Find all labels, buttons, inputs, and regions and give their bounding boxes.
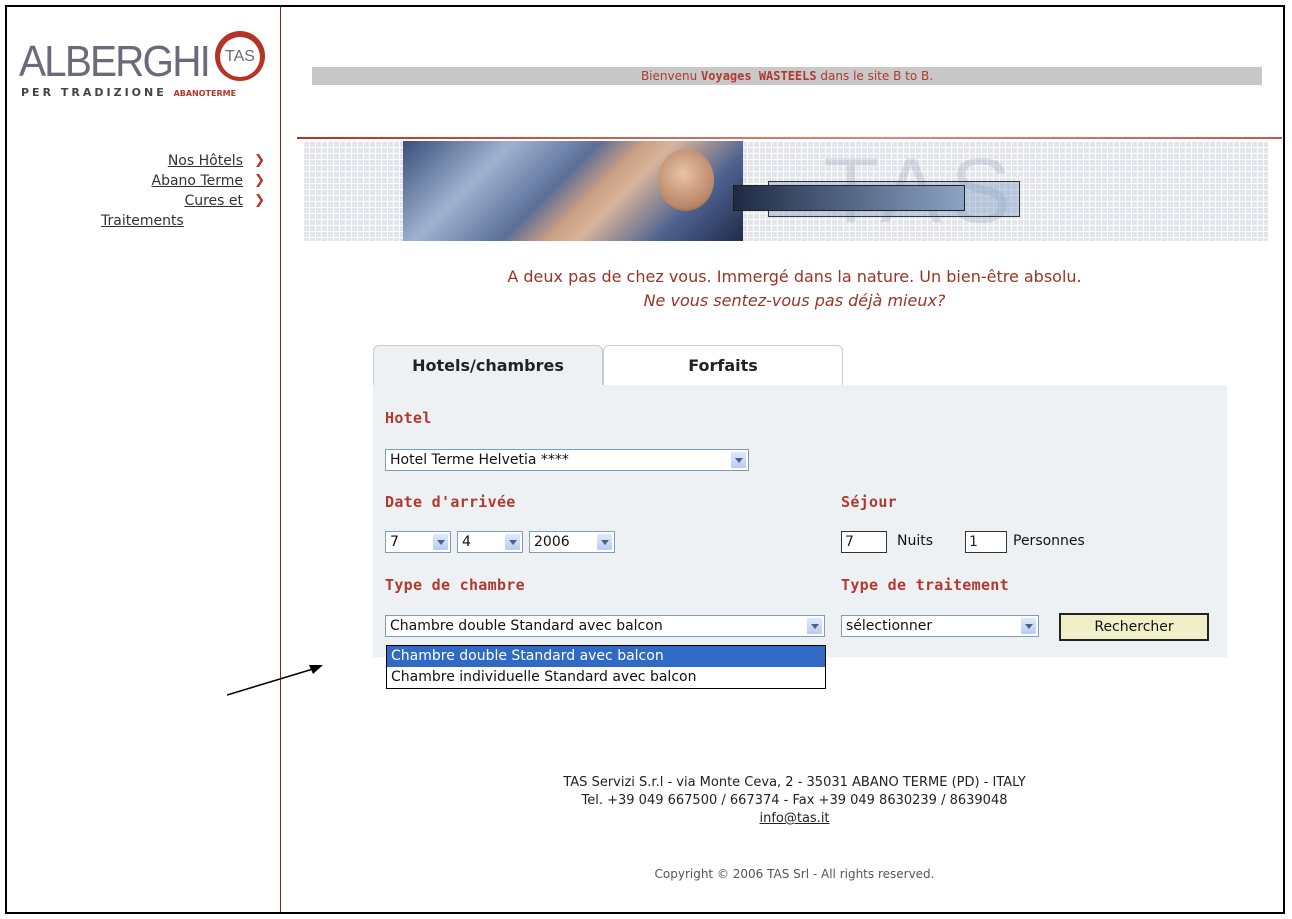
welcome-bar: Bienvenu Voyages WASTEELS dans le site B…: [312, 67, 1262, 85]
dropdown-option[interactable]: Chambre double Standard avec balcon: [387, 646, 825, 667]
header-banner: TAS: [303, 140, 1268, 242]
sidebar-item-cures-line2[interactable]: Traitements: [87, 211, 267, 231]
search-tabs: Hotels/chambres Forfaits: [373, 345, 1227, 386]
tagline-line1: A deux pas de chez vous. Immergé dans la…: [507, 267, 1082, 286]
persons-input[interactable]: 1: [965, 531, 1007, 553]
tagline-line2: Ne vous sentez-vous pas déjà mieux?: [643, 291, 946, 310]
arrival-year-select[interactable]: 2006: [529, 531, 615, 553]
chevron-right-icon: ❯: [254, 173, 265, 188]
tagline: A deux pas de chez vous. Immergé dans la…: [307, 265, 1282, 313]
welcome-prefix: Bienvenu: [640, 69, 702, 83]
dropdown-option[interactable]: Chambre individuelle Standard avec balco…: [387, 667, 825, 688]
arrival-day-select[interactable]: 7: [385, 531, 451, 553]
banner-rule: [297, 137, 1282, 139]
sidebar-divider: [280, 7, 281, 912]
sidebar-nav: Nos Hôtels ❯ Abano Terme ❯ Cures et ❯ Tr…: [87, 151, 267, 231]
chevron-down-icon[interactable]: [504, 533, 521, 551]
tab-hotels-chambres[interactable]: Hotels/chambres: [373, 345, 603, 385]
page-frame: ALBERGHI TAS PER TRADIZIONE ABANOTERME B…: [5, 5, 1285, 914]
banner-person-image: [658, 149, 714, 211]
chevron-down-icon[interactable]: [596, 533, 613, 551]
footer-contact: TAS Servizi S.r.l - via Monte Ceva, 2 - …: [307, 774, 1282, 828]
welcome-user-name: Voyages WASTEELS: [701, 69, 817, 83]
sidebar-item-abano-terme[interactable]: Abano Terme ❯: [87, 171, 267, 191]
hotel-select-value: Hotel Terme Helvetia ****: [390, 452, 569, 468]
footer-copyright: Copyright © 2006 TAS Srl - All rights re…: [654, 867, 935, 881]
footer-address: TAS Servizi S.r.l - via Monte Ceva, 2 - …: [563, 775, 1026, 790]
logo-subtitle: PER TRADIZIONE ABANOTERME: [21, 86, 236, 99]
treatment-type-value: sélectionner: [846, 618, 933, 634]
sidebar-item-cures-link[interactable]: Cures et: [184, 193, 243, 209]
nights-input[interactable]: 7: [841, 531, 887, 553]
site-logo[interactable]: ALBERGHI TAS PER TRADIZIONE ABANOTERME: [19, 17, 289, 107]
footer-email-link[interactable]: info@tas.it: [759, 811, 829, 826]
room-type-label: Type de chambre: [385, 576, 525, 594]
chevron-down-icon[interactable]: [432, 533, 449, 551]
logo-badge-text: TAS: [220, 37, 260, 77]
logo-wordmark: ALBERGHI: [19, 37, 211, 86]
logo-subtitle-city: ABANOTERME: [173, 89, 237, 98]
sidebar-item-cures[interactable]: Cures et ❯: [87, 191, 267, 211]
persons-label: Personnes: [1013, 533, 1085, 549]
sidebar-item-abano-terme-link[interactable]: Abano Terme: [152, 173, 243, 189]
search-button[interactable]: Rechercher: [1059, 613, 1209, 641]
chevron-down-icon[interactable]: [806, 617, 823, 635]
treatment-type-select[interactable]: sélectionner: [841, 615, 1039, 637]
chevron-right-icon: ❯: [254, 153, 265, 168]
stay-label: Séjour: [841, 493, 897, 511]
tab-forfaits[interactable]: Forfaits: [603, 345, 843, 385]
hotel-select[interactable]: Hotel Terme Helvetia ****: [385, 449, 749, 471]
arrival-date-label: Date d'arrivée: [385, 493, 516, 511]
footer-phone: Tel. +39 049 667500 / 667374 - Fax +39 0…: [581, 793, 1008, 808]
room-type-dropdown-list: Chambre double Standard avec balcon Cham…: [386, 645, 826, 689]
logo-subtitle-text: PER TRADIZIONE: [21, 86, 167, 99]
chevron-down-icon[interactable]: [1020, 617, 1037, 635]
banner-photo: [403, 141, 743, 241]
welcome-suffix: dans le site B to B.: [816, 69, 934, 83]
logo-badge: TAS: [215, 31, 265, 81]
sidebar-item-traitements-link[interactable]: Traitements: [101, 213, 184, 229]
annotation-arrow-icon: [227, 665, 323, 696]
treatment-type-label: Type de traitement: [841, 576, 1009, 594]
arrival-month-select[interactable]: 4: [457, 531, 523, 553]
sidebar-item-hotels[interactable]: Nos Hôtels ❯: [87, 151, 267, 171]
room-type-select-value: Chambre double Standard avec balcon: [390, 618, 663, 634]
chevron-right-icon: ❯: [254, 193, 265, 208]
sidebar-item-hotels-link[interactable]: Nos Hôtels: [168, 153, 243, 169]
hotel-label: Hotel: [385, 409, 432, 427]
chevron-down-icon[interactable]: [730, 451, 747, 469]
nights-label: Nuits: [897, 533, 934, 549]
banner-strip: [733, 185, 965, 211]
room-type-select[interactable]: Chambre double Standard avec balcon: [385, 615, 825, 637]
